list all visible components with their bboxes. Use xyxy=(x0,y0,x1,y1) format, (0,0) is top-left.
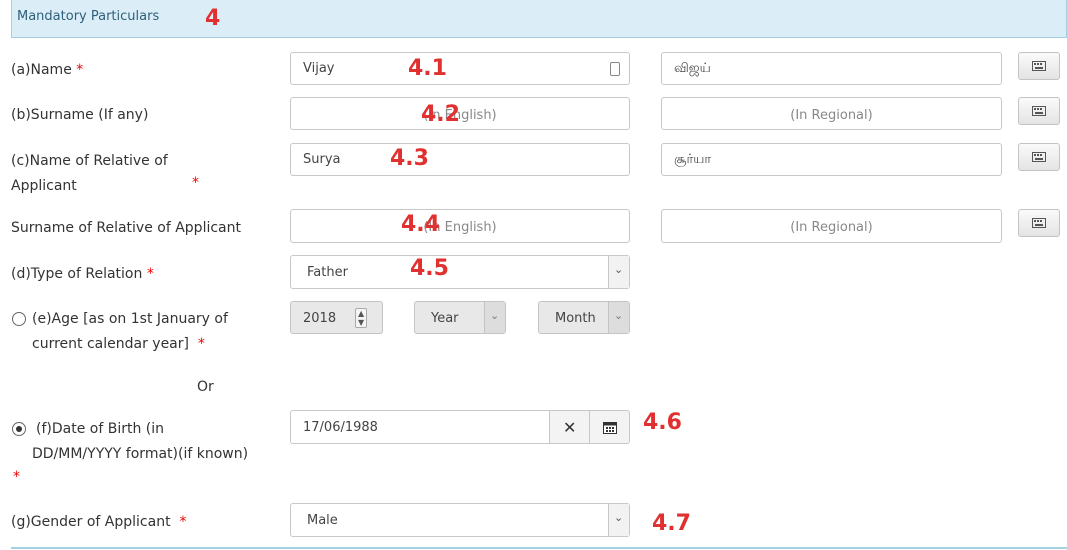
dob-label-line1: (f)Date of Birth (in xyxy=(36,421,164,437)
contact-card-icon xyxy=(610,62,620,76)
gender-value: Male xyxy=(307,513,338,528)
clear-date-button[interactable]: ✕ xyxy=(549,410,590,444)
stepper-arrows-icon[interactable]: ▲ ▼ xyxy=(355,308,368,328)
keyboard-icon xyxy=(1032,106,1046,116)
relative-name-regional-input[interactable]: சூர்யா xyxy=(661,143,1002,176)
relative-name-english-input[interactable]: Surya xyxy=(290,143,630,176)
age-label-line1: (e)Age [as on 1st January of xyxy=(32,311,228,327)
relative-surname-english-input[interactable]: (In English) xyxy=(290,209,630,243)
dob-input[interactable]: 17/06/1988 xyxy=(290,410,550,444)
relative-surname-label: Surname of Relative of Applicant xyxy=(11,220,241,236)
age-year-value: 2018 xyxy=(303,311,337,326)
surname-english-input[interactable]: (In English) xyxy=(290,97,630,130)
chevron-down-icon: ⌄ xyxy=(608,504,629,536)
age-year-stepper[interactable]: 2018 ▲ ▼ xyxy=(290,301,383,334)
keyboard-button-surname[interactable] xyxy=(1018,97,1060,125)
required-star: * xyxy=(192,175,199,191)
relation-type-label: (d)Type of Relation * xyxy=(11,266,154,282)
annotation-4-3: 4.3 xyxy=(390,146,429,171)
section-title: Mandatory Particulars xyxy=(17,9,160,24)
name-label: (a)Name * xyxy=(11,62,84,78)
or-separator: Or xyxy=(197,379,214,395)
age-month-select-value: Month xyxy=(555,311,596,326)
keyboard-icon xyxy=(1032,61,1046,71)
annotation-4-4: 4.4 xyxy=(401,212,440,237)
chevron-down-icon: ⌄ xyxy=(608,256,629,288)
age-year-select-value: Year xyxy=(431,311,459,326)
name-regional-input[interactable]: விஜய் xyxy=(661,52,1002,85)
annotation-4-7: 4.7 xyxy=(652,511,691,536)
chevron-down-icon: ⌄ xyxy=(484,302,505,333)
surname-label: (b)Surname (If any) xyxy=(11,107,149,123)
annotation-4: 4 xyxy=(205,6,221,31)
relation-type-select[interactable]: Father ⌄ xyxy=(290,255,630,289)
annotation-4-2: 4.2 xyxy=(421,102,460,127)
relative-surname-regional-input[interactable]: (In Regional) xyxy=(661,209,1002,243)
keyboard-button-relative-name[interactable] xyxy=(1018,143,1060,171)
section-divider xyxy=(11,547,1067,549)
section-header xyxy=(11,0,1067,38)
required-star: * xyxy=(13,469,20,485)
name-english-input[interactable]: Vijay xyxy=(290,52,630,85)
relative-name-label-line1: (c)Name of Relative of xyxy=(11,153,168,169)
annotation-4-5: 4.5 xyxy=(410,256,449,281)
age-month-select[interactable]: Month ⌄ xyxy=(538,301,630,334)
keyboard-button-relative-surname[interactable] xyxy=(1018,209,1060,237)
keyboard-button-name[interactable] xyxy=(1018,52,1060,80)
keyboard-icon xyxy=(1032,152,1046,162)
calendar-button[interactable] xyxy=(589,410,630,444)
chevron-down-icon: ⌄ xyxy=(608,302,629,333)
age-year-select[interactable]: Year ⌄ xyxy=(414,301,506,334)
dob-label-line2: DD/MM/YYYY format)(if known) xyxy=(32,446,249,462)
close-icon: ✕ xyxy=(563,418,577,437)
gender-label: (g)Gender of Applicant * xyxy=(11,514,187,530)
annotation-4-6: 4.6 xyxy=(643,410,682,435)
relative-name-label-line2: Applicant xyxy=(11,178,77,194)
age-radio[interactable] xyxy=(12,312,26,326)
age-label-line2: current calendar year] * xyxy=(32,336,205,352)
gender-select[interactable]: Male ⌄ xyxy=(290,503,630,537)
calendar-icon xyxy=(603,422,617,434)
keyboard-icon xyxy=(1032,218,1046,228)
annotation-4-1: 4.1 xyxy=(408,56,447,81)
relation-type-value: Father xyxy=(307,265,348,280)
surname-regional-input[interactable]: (In Regional) xyxy=(661,97,1002,130)
dob-radio[interactable] xyxy=(12,422,26,436)
